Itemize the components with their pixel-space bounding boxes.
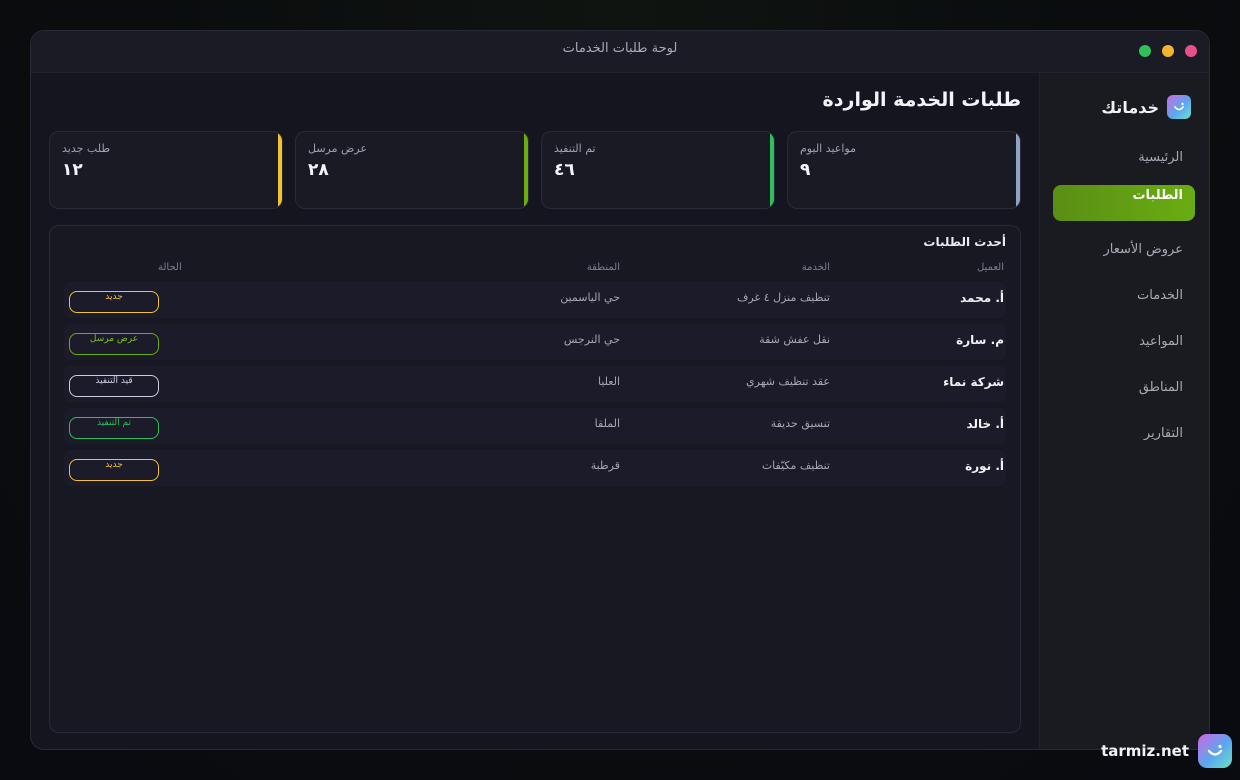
cell-client: أ. محمد xyxy=(960,291,1004,305)
recent-requests-panel: أحدث الطلبات العميل الخدمة المنطقة الحال… xyxy=(49,225,1021,733)
cell-client: أ. خالد xyxy=(966,417,1004,431)
stat-card-quote-sent: عرض مرسل ٢٨ xyxy=(295,131,529,209)
table-body: أ. محمد تنظيف منزل ٤ غرف حي الياسمين جدي… xyxy=(64,282,1006,492)
status-badge: جديد xyxy=(69,459,159,481)
stat-label: طلب جديد xyxy=(62,142,111,155)
status-badge: جديد xyxy=(69,291,159,313)
cell-area: حي النرجس xyxy=(563,333,620,346)
status-badge: تم التنفيذ xyxy=(69,417,159,439)
maximize-dot[interactable] xyxy=(1139,45,1151,57)
table-header: العميل الخدمة المنطقة الحالة xyxy=(64,262,1006,280)
smile-logo-icon xyxy=(1198,734,1232,768)
cell-client: شركة نماء xyxy=(943,375,1004,389)
cell-area: قرطبة xyxy=(590,459,620,472)
stat-value: ٢٨ xyxy=(308,160,329,180)
smile-logo-icon xyxy=(1167,95,1191,119)
header-service: الخدمة xyxy=(801,262,830,273)
table-row[interactable]: أ. خالد تنسيق حديقة الملقا تم التنفيذ xyxy=(64,408,1006,444)
cell-service: نقل عفش شقة xyxy=(759,333,830,346)
nav-item-requests[interactable]: الطلبات xyxy=(1053,185,1195,221)
table-row[interactable]: م. سارة نقل عفش شقة حي النرجس عرض مرسل xyxy=(64,324,1006,360)
window-title: لوحة طلبات الخدمات xyxy=(562,41,678,56)
stat-card-completed: تم التنفيذ ٤٦ xyxy=(541,131,775,209)
window-controls xyxy=(1139,45,1197,57)
header-status: الحالة xyxy=(158,262,182,273)
table-row[interactable]: أ. محمد تنظيف منزل ٤ غرف حي الياسمين جدي… xyxy=(64,282,1006,318)
main-content: طلبات الخدمة الواردة مواعيد اليوم ٩ تم ا… xyxy=(49,73,1021,749)
app-window: لوحة طلبات الخدمات خدماتك الرئيسية الطلب… xyxy=(30,30,1210,750)
cell-service: تنظيف مكيّفات xyxy=(761,459,830,472)
cell-service: تنظيف منزل ٤ غرف xyxy=(736,291,830,304)
stat-card-new-request: طلب جديد ١٢ xyxy=(49,131,283,209)
title-bar: لوحة طلبات الخدمات xyxy=(31,31,1209,73)
header-client: العميل xyxy=(976,262,1004,273)
minimize-dot[interactable] xyxy=(1162,45,1174,57)
nav-item-appointments[interactable]: المواعيد xyxy=(1053,323,1195,359)
sidebar-nav: الرئيسية الطلبات عروض الأسعار الخدمات ال… xyxy=(1053,139,1195,461)
footer-site-text: tarmiz.net xyxy=(1101,742,1189,760)
stat-value: ١٢ xyxy=(62,160,83,180)
close-dot[interactable] xyxy=(1185,45,1197,57)
stat-label: عرض مرسل xyxy=(308,142,367,155)
stat-value: ٤٦ xyxy=(554,160,575,180)
stat-accent-bar xyxy=(524,132,528,208)
nav-item-reports[interactable]: التقارير xyxy=(1053,415,1195,451)
stat-accent-bar xyxy=(1016,132,1020,208)
cell-service: عقد تنظيف شهري xyxy=(746,375,830,388)
cell-client: م. سارة xyxy=(956,333,1004,347)
table-row[interactable]: شركة نماء عقد تنظيف شهري العليا قيد التن… xyxy=(64,366,1006,402)
nav-item-areas[interactable]: المناطق xyxy=(1053,369,1195,405)
stat-value: ٩ xyxy=(800,160,811,180)
brand: خدماتك xyxy=(1101,95,1191,119)
stat-label: تم التنفيذ xyxy=(554,142,596,155)
cell-area: العليا xyxy=(597,375,620,388)
nav-item-home[interactable]: الرئيسية xyxy=(1053,139,1195,175)
stat-accent-bar xyxy=(278,132,282,208)
stat-label: مواعيد اليوم xyxy=(800,142,857,155)
cell-service: تنسيق حديقة xyxy=(770,417,830,430)
cell-area: حي الياسمين xyxy=(560,291,620,304)
sidebar: خدماتك الرئيسية الطلبات عروض الأسعار الخ… xyxy=(1039,73,1209,749)
status-badge: قيد التنفيذ xyxy=(69,375,159,397)
brand-name: خدماتك xyxy=(1101,97,1159,117)
footer-watermark: tarmiz.net xyxy=(1101,734,1232,768)
nav-item-services[interactable]: الخدمات xyxy=(1053,277,1195,313)
cell-area: الملقا xyxy=(594,417,620,430)
stat-card-appointments-today: مواعيد اليوم ٩ xyxy=(787,131,1021,209)
page-title: طلبات الخدمة الواردة xyxy=(822,89,1021,111)
status-badge: عرض مرسل xyxy=(69,333,159,355)
header-area: المنطقة xyxy=(586,262,620,273)
stats-row: مواعيد اليوم ٩ تم التنفيذ ٤٦ عرض مرسل ٢٨… xyxy=(49,131,1021,209)
stat-accent-bar xyxy=(770,132,774,208)
nav-item-quotes[interactable]: عروض الأسعار xyxy=(1053,231,1195,267)
table-row[interactable]: أ. نورة تنظيف مكيّفات قرطبة جديد xyxy=(64,450,1006,486)
panel-title: أحدث الطلبات xyxy=(923,235,1006,249)
cell-client: أ. نورة xyxy=(965,459,1004,473)
